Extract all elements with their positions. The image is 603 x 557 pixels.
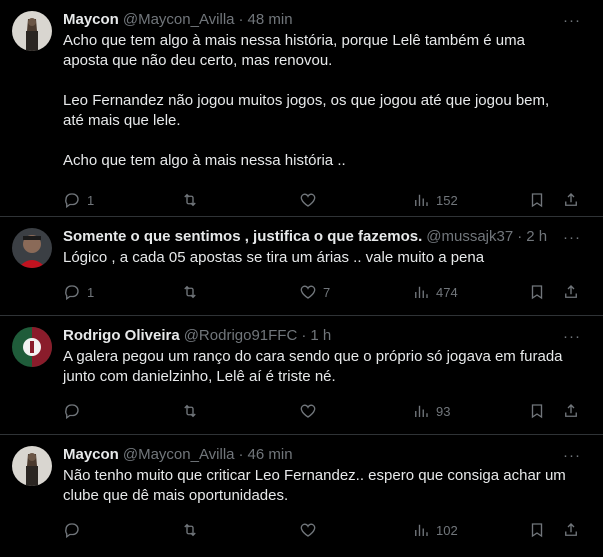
bookmark-icon [531, 193, 543, 208]
retweet-button[interactable] [181, 191, 299, 209]
tweet[interactable]: Maycon @Maycon_Avilla · 46 min ··· Não t… [0, 435, 603, 557]
more-options-icon[interactable]: ··· [563, 447, 581, 464]
retweet-icon [184, 404, 196, 418]
more-options-icon[interactable]: ··· [563, 229, 581, 246]
tweet-actions: 1 7 474 [63, 273, 587, 311]
tweet-actions: 1 152 [63, 181, 587, 219]
reply-icon [65, 404, 79, 420]
reply-icon [65, 285, 79, 301]
bookmark-icon [531, 523, 543, 538]
separator-dot: · [301, 327, 307, 344]
retweet-button[interactable] [181, 521, 299, 539]
more-options-icon[interactable]: ··· [563, 12, 581, 29]
share-button[interactable] [562, 283, 580, 301]
tweet-text: A galera pegou um ranço do cara sendo qu… [63, 348, 563, 385]
views-button[interactable]: 474 [412, 283, 528, 301]
reply-button[interactable] [63, 521, 181, 539]
bookmark-icon [531, 285, 543, 300]
retweet-icon [184, 193, 196, 207]
like-button[interactable]: 7 [299, 283, 412, 301]
tweet-actions: 93 [63, 392, 587, 430]
separator-dot: · [238, 446, 244, 463]
bookmark-button[interactable] [528, 521, 562, 539]
avatar[interactable] [12, 11, 52, 51]
timestamp[interactable]: 46 min [248, 445, 293, 465]
views-icon [415, 194, 428, 206]
retweet-icon [184, 285, 196, 299]
avatar[interactable] [12, 446, 52, 486]
heart-icon [300, 404, 316, 418]
reply-icon [65, 523, 79, 539]
share-icon [565, 285, 577, 298]
timestamp[interactable]: 48 min [248, 10, 293, 30]
tweet[interactable]: Rodrigo Oliveira @Rodrigo91FFC · 1 h ···… [0, 316, 603, 435]
views-button[interactable]: 102 [412, 521, 528, 539]
reply-icon [65, 193, 79, 209]
retweet-button[interactable] [181, 283, 299, 301]
views-button[interactable]: 152 [412, 191, 528, 209]
author-handle[interactable]: @Maycon_Avilla [123, 10, 235, 30]
like-button[interactable] [299, 191, 412, 209]
reply-count: 1 [87, 284, 95, 300]
view-count: 152 [436, 192, 458, 208]
view-count: 474 [436, 284, 458, 300]
like-button[interactable] [299, 402, 412, 420]
like-button[interactable] [299, 521, 412, 539]
tweet-actions: 102 [63, 511, 587, 549]
bookmark-button[interactable] [528, 402, 562, 420]
share-button[interactable] [562, 402, 580, 420]
share-icon [565, 523, 577, 536]
view-count: 93 [436, 403, 451, 419]
share-button[interactable] [562, 521, 580, 539]
avatar[interactable] [12, 327, 52, 367]
bookmark-button[interactable] [528, 283, 562, 301]
author-name[interactable]: Maycon [63, 10, 119, 30]
heart-icon [300, 285, 316, 299]
author-name[interactable]: Somente o que sentimos , justifica o que… [63, 227, 422, 247]
tweet[interactable]: Somente o que sentimos , justifica o que… [0, 217, 603, 316]
bookmark-icon [531, 404, 543, 419]
reply-button[interactable]: 1 [63, 191, 181, 209]
tweet-header: Rodrigo Oliveira @Rodrigo91FFC · 1 h [63, 326, 587, 346]
heart-icon [300, 523, 316, 537]
views-icon [415, 524, 428, 536]
share-button[interactable] [562, 191, 580, 209]
author-handle[interactable]: @mussajk37 [426, 227, 513, 247]
tweet-text: Não tenho muito que criticar Leo Fernand… [63, 467, 566, 504]
views-icon [415, 405, 428, 417]
timestamp[interactable]: 2 h [526, 227, 547, 247]
avatar[interactable] [12, 228, 52, 268]
tweet-text: Acho que tem algo à mais nessa história,… [63, 32, 550, 169]
views-icon [415, 286, 428, 298]
retweet-button[interactable] [181, 402, 299, 420]
author-handle[interactable]: @Rodrigo91FFC [184, 326, 298, 346]
timestamp[interactable]: 1 h [310, 326, 331, 346]
reply-button[interactable]: 1 [63, 283, 181, 301]
bookmark-button[interactable] [528, 191, 562, 209]
tweet-header: Maycon @Maycon_Avilla · 46 min [63, 445, 587, 465]
author-handle[interactable]: @Maycon_Avilla [123, 445, 235, 465]
share-icon [565, 404, 577, 417]
author-name[interactable]: Rodrigo Oliveira [63, 326, 180, 346]
separator-dot: · [238, 11, 244, 28]
tweet[interactable]: Maycon @Maycon_Avilla · 48 min ··· Acho … [0, 0, 603, 217]
like-count: 7 [323, 284, 331, 300]
heart-icon [300, 193, 316, 207]
tweet-text: Lógico , a cada 05 apostas se tira um ár… [63, 249, 485, 266]
reply-button[interactable] [63, 402, 181, 420]
separator-dot: · [517, 228, 523, 245]
share-icon [565, 193, 577, 206]
tweet-header: Somente o que sentimos , justifica o que… [63, 227, 587, 247]
retweet-icon [184, 523, 196, 537]
reply-count: 1 [87, 192, 95, 208]
views-button[interactable]: 93 [412, 402, 528, 420]
view-count: 102 [436, 522, 458, 538]
tweet-header: Maycon @Maycon_Avilla · 48 min [63, 10, 587, 30]
more-options-icon[interactable]: ··· [563, 328, 581, 345]
author-name[interactable]: Maycon [63, 445, 119, 465]
